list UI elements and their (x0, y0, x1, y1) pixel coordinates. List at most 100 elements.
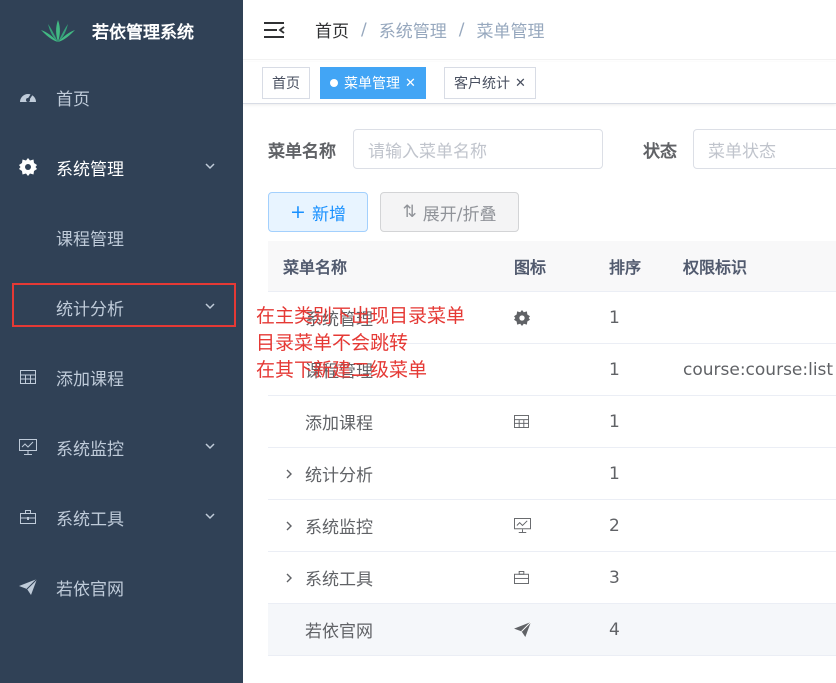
annotation-line: 在主类别下出现目录菜单 (256, 305, 466, 327)
column-header: 图标 (514, 258, 547, 277)
menu-name-text: 统计分析 (305, 466, 373, 486)
table-row[interactable]: 若依官网 4 (268, 604, 836, 656)
sidebar-item-label: 首页 (56, 89, 90, 110)
send-icon (514, 604, 531, 655)
table-row[interactable]: 添加课程 1 (268, 396, 836, 448)
sidebar-item-label: 系统管理 (56, 159, 124, 180)
cell-menu-name: 系统工具 (283, 552, 373, 603)
column-header: 权限标识 (683, 258, 748, 277)
menu-name-text: 系统监控 (305, 518, 373, 538)
chevron-right-icon[interactable] (283, 520, 295, 532)
hamburger-icon[interactable] (263, 19, 285, 41)
monitor-icon (514, 500, 531, 551)
add-button-label: 新增 (311, 204, 346, 225)
gear-icon (18, 157, 38, 177)
table-icon (514, 396, 529, 447)
cell-sort: 4 (609, 619, 620, 640)
sidebar-item-add-course[interactable]: 添加课程 (0, 349, 243, 405)
status-select[interactable]: 菜单状态 (693, 129, 836, 169)
menu-name-placeholder: 请输入菜单名称 (368, 141, 487, 162)
status-label: 状态 (643, 142, 677, 162)
cell-menu-name: 系统监控 (283, 500, 373, 551)
sidebar-item-tools[interactable]: 系统工具 (0, 489, 243, 545)
menu-name-label: 菜单名称 (268, 142, 336, 162)
column-header: 菜单名称 (283, 258, 348, 277)
toolbox-icon (18, 507, 38, 527)
table-row[interactable]: 系统监控 2 (268, 500, 836, 552)
send-icon (18, 577, 38, 597)
cell-menu-name: 添加课程 (283, 396, 373, 447)
highlight-box (12, 283, 236, 327)
tag-menu-management[interactable]: 菜单管理 ✕ (320, 67, 426, 99)
chevron-right-icon[interactable] (283, 468, 295, 480)
cell-menu-name: 若依官网 (283, 604, 373, 655)
sidebar: 若依管理系统 首页 系统管理 课程管理 统计分析 添加课程 系统监控 系统工具 … (0, 0, 243, 683)
chevron-down-icon (205, 163, 215, 170)
menu-name-text: 若依官网 (305, 622, 373, 642)
sidebar-item-monitor[interactable]: 系统监控 (0, 419, 243, 475)
cell-menu-name: 统计分析 (283, 448, 373, 499)
sidebar-item-course[interactable]: 课程管理 (0, 209, 243, 265)
table-row[interactable]: 统计分析 1 (268, 448, 836, 500)
monitor-icon (18, 437, 38, 457)
expand-spacer (283, 416, 295, 428)
tag-home[interactable]: 首页 (262, 67, 310, 99)
chevron-right-icon[interactable] (283, 572, 295, 584)
breadcrumb-item: 系统管理 (378, 22, 447, 42)
cell-sort: 1 (609, 307, 620, 328)
logo-icon (41, 20, 75, 42)
sidebar-item-label: 若依官网 (56, 579, 124, 600)
sidebar-item-label: 添加课程 (56, 369, 124, 390)
sidebar-item-website[interactable]: 若依官网 (0, 559, 243, 615)
sidebar-item-label: 课程管理 (56, 229, 124, 250)
sidebar-item-system[interactable]: 系统管理 (0, 139, 243, 195)
chevron-down-icon (205, 513, 215, 520)
navbar: 首页 / 系统管理 / 菜单管理 (243, 0, 836, 60)
add-button[interactable]: + 新增 (268, 192, 368, 232)
logo[interactable]: 若依管理系统 (0, 0, 243, 60)
gear-icon (514, 292, 530, 343)
cell-permission: course:course:list (683, 359, 834, 380)
sidebar-item-label: 系统工具 (56, 509, 124, 530)
tag-label: 首页 (272, 76, 300, 92)
dashboard-icon (18, 87, 38, 107)
cell-sort: 2 (609, 515, 620, 536)
menu-name-input[interactable]: 请输入菜单名称 (353, 129, 603, 169)
tag-label: 菜单管理 (344, 76, 400, 92)
table-header: 菜单名称 图标 排序 权限标识 (268, 241, 836, 292)
menu-name-text: 系统工具 (305, 570, 373, 590)
cell-sort: 1 (609, 463, 620, 484)
chevron-down-icon (205, 443, 215, 450)
expand-spacer (283, 624, 295, 636)
breadcrumb-item[interactable]: 首页 (315, 17, 349, 42)
sidebar-item-label: 系统监控 (56, 439, 124, 460)
tag-label: 客户统计 (454, 76, 510, 92)
active-dot-icon (330, 79, 338, 87)
annotation-line: 在其下新建二级菜单 (256, 359, 428, 381)
main-area: 首页 / 系统管理 / 菜单管理 首页 菜单管理 ✕ 客户统计 ✕ 菜单名称 请… (243, 0, 836, 683)
column-header: 排序 (609, 258, 642, 277)
breadcrumb: 首页 / 系统管理 / 菜单管理 (315, 17, 545, 43)
breadcrumb-separator: / (361, 19, 367, 40)
cell-sort: 3 (609, 567, 620, 588)
close-icon[interactable]: ✕ (515, 76, 526, 91)
sidebar-item-home[interactable]: 首页 (0, 69, 243, 125)
table-icon (18, 367, 38, 387)
breadcrumb-separator: / (458, 19, 465, 40)
cell-sort: 1 (609, 359, 620, 380)
expand-collapse-label: 展开/折叠 (422, 204, 497, 225)
sort-icon: ⇅ (402, 202, 417, 222)
toolbox-icon (514, 552, 529, 603)
cell-sort: 1 (609, 411, 620, 432)
tags-view: 首页 菜单管理 ✕ 客户统计 ✕ (243, 62, 836, 104)
table-row[interactable]: 系统工具 3 (268, 552, 836, 604)
expand-collapse-button[interactable]: ⇅ 展开/折叠 (380, 192, 519, 232)
breadcrumb-item: 菜单管理 (476, 22, 545, 42)
annotation-note: 在主类别下出现目录菜单 目录菜单不会跳转 在其下新建二级菜单 (256, 303, 465, 384)
tag-customer-stats[interactable]: 客户统计 ✕ (444, 67, 536, 99)
menu-name-text: 添加课程 (305, 414, 373, 434)
close-icon[interactable]: ✕ (405, 76, 416, 91)
annotation-line: 目录菜单不会跳转 (256, 332, 409, 354)
status-placeholder: 菜单状态 (708, 141, 776, 162)
plus-icon: + (290, 201, 306, 223)
